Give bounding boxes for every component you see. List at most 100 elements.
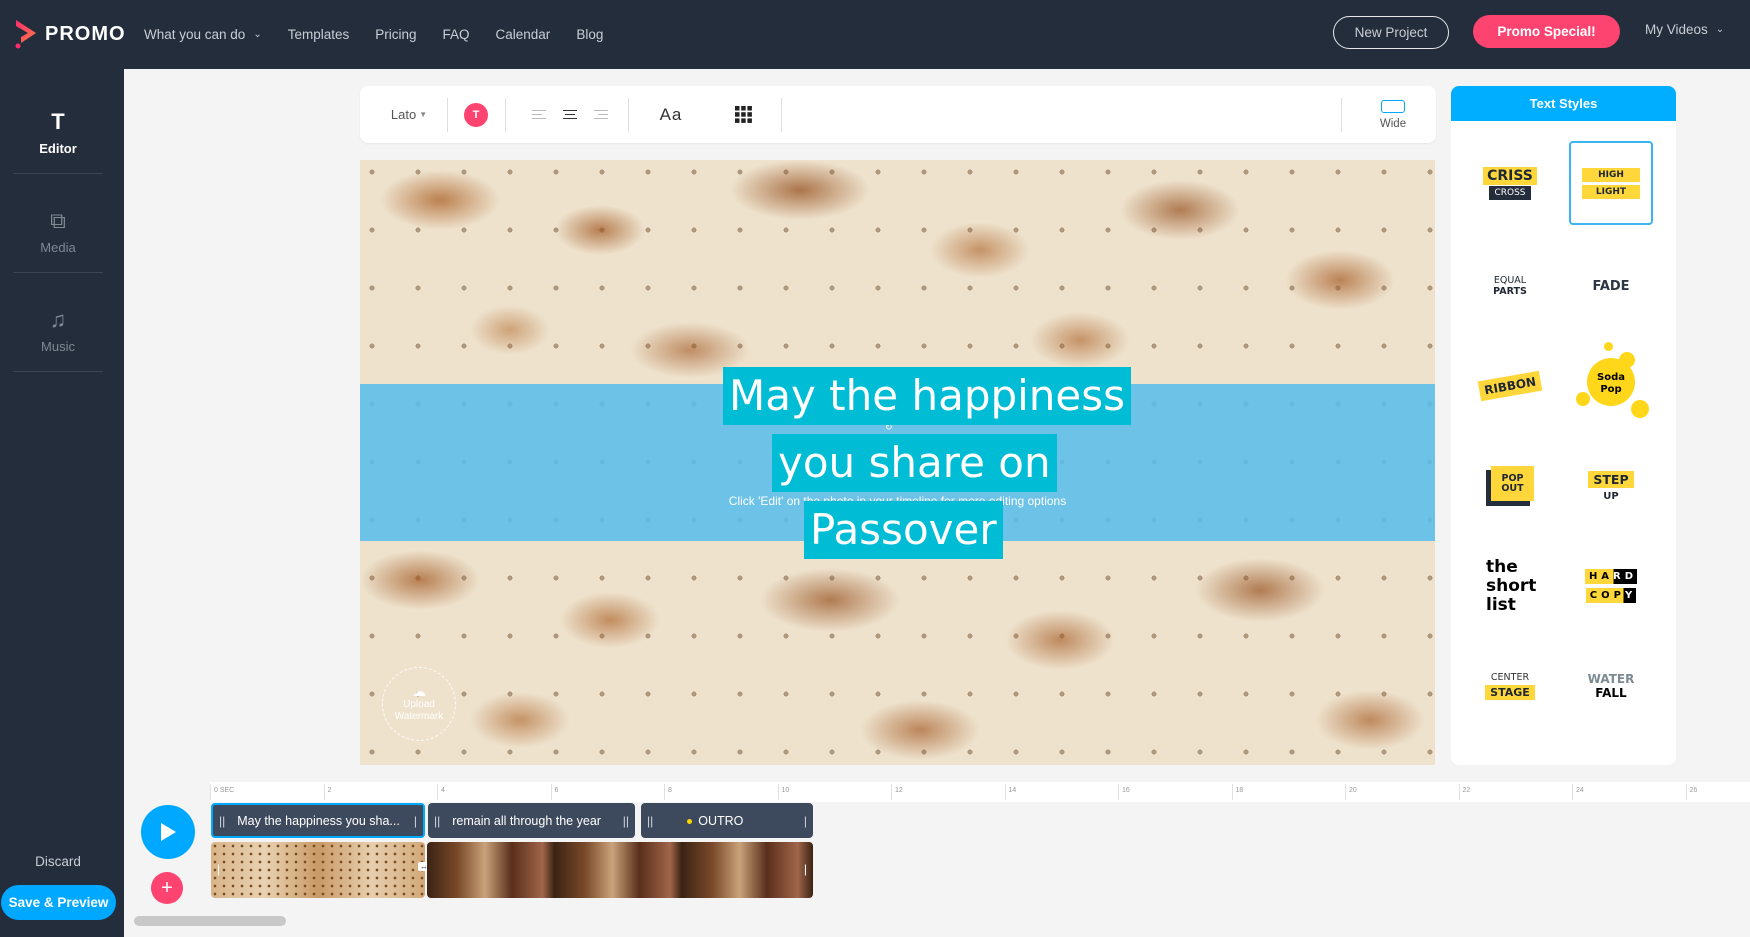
divider bbox=[13, 371, 103, 372]
style-equal-parts[interactable]: EQUAL PARTS bbox=[1468, 244, 1552, 328]
style-step-up[interactable]: STEP UP bbox=[1569, 444, 1653, 528]
nav-link-label: What you can do bbox=[144, 27, 246, 42]
font-size-button[interactable]: Aa bbox=[653, 86, 689, 143]
timeline: 0 SEC 2 4 6 8 10 12 14 16 18 20 22 24 26 + || May the… bbox=[124, 782, 1750, 937]
soda-pop-graphic: Soda Pop bbox=[1569, 342, 1653, 428]
style-line: HARD bbox=[1584, 569, 1638, 584]
grid-icon bbox=[734, 106, 752, 123]
drag-handle-icon[interactable]: || bbox=[641, 814, 659, 828]
media-clip-matzah[interactable]: | bbox=[211, 842, 425, 898]
nav-calendar[interactable]: Calendar bbox=[496, 27, 551, 42]
align-left-button[interactable] bbox=[530, 86, 548, 143]
media-clip-seder[interactable]: | bbox=[427, 842, 813, 898]
caption-line-1[interactable]: May the happiness bbox=[723, 367, 1132, 425]
style-high-light[interactable]: HIGH LIGHT bbox=[1569, 141, 1653, 225]
save-preview-button[interactable]: Save & Preview bbox=[1, 885, 116, 920]
timeline-tick: 26 bbox=[1685, 784, 1697, 800]
divider bbox=[13, 272, 103, 273]
style-line: Soda Pop bbox=[1597, 372, 1625, 395]
timeline-tick: 2 bbox=[323, 784, 331, 800]
style-line: STAGE bbox=[1485, 685, 1535, 700]
style-pop-out[interactable]: POP OUT bbox=[1468, 444, 1552, 528]
style-fade[interactable]: FADE bbox=[1569, 244, 1653, 328]
top-nav: PROMO What you can do ⌄ Templates Pricing… bbox=[0, 0, 1750, 69]
style-line: CROSS bbox=[1489, 185, 1531, 200]
timeline-tick: 20 bbox=[1345, 784, 1357, 800]
play-button[interactable] bbox=[141, 805, 195, 859]
outro-clip[interactable]: || OUTRO | bbox=[641, 803, 813, 838]
align-left-icon bbox=[532, 107, 546, 122]
style-line: CENTER bbox=[1490, 672, 1530, 683]
style-line: POP OUT bbox=[1491, 466, 1534, 501]
drag-handle-icon[interactable]: | bbox=[798, 814, 813, 828]
chevron-down-icon: ⌄ bbox=[253, 29, 262, 40]
style-line: the bbox=[1486, 556, 1518, 577]
style-line: short bbox=[1486, 575, 1537, 596]
drag-handle-icon[interactable]: || bbox=[213, 814, 231, 828]
promo-logo[interactable]: PROMO bbox=[13, 18, 126, 50]
timeline-scrollbar[interactable] bbox=[134, 916, 1750, 926]
sidebar-item-label: Editor bbox=[39, 140, 77, 156]
timeline-tick: 0 SEC bbox=[210, 784, 234, 800]
chevron-down-icon: ⌄ bbox=[1715, 24, 1725, 35]
text-clip[interactable]: || remain all through the year || bbox=[428, 803, 635, 838]
grid-button[interactable] bbox=[730, 86, 756, 143]
sidebar-item-music[interactable]: ♫ Music bbox=[0, 281, 116, 379]
play-logo-icon bbox=[15, 20, 36, 49]
text-color-button[interactable]: T bbox=[463, 86, 489, 143]
cloud-upload-icon: ☁ bbox=[412, 683, 426, 699]
timeline-tick: 10 bbox=[777, 784, 789, 800]
wide-aspect-icon bbox=[1381, 99, 1405, 113]
align-center-button[interactable] bbox=[561, 86, 579, 143]
nav-pricing[interactable]: Pricing bbox=[375, 27, 416, 42]
promo-special-button[interactable]: Promo Special! bbox=[1473, 15, 1620, 48]
style-ribbon[interactable]: RIBBON bbox=[1468, 344, 1552, 428]
text-color-swatch: T bbox=[464, 102, 488, 127]
discard-button[interactable]: Discard bbox=[0, 854, 116, 869]
timeline-tick: 18 bbox=[1231, 784, 1243, 800]
music-icon: ♫ bbox=[49, 306, 67, 332]
drag-handle-icon[interactable]: | bbox=[408, 814, 423, 828]
drag-handle-icon[interactable]: | bbox=[217, 862, 220, 876]
drag-handle-icon[interactable]: || bbox=[617, 814, 635, 828]
style-criss-cross[interactable]: CRISS CROSS bbox=[1468, 141, 1552, 225]
nav-faq[interactable]: FAQ bbox=[443, 27, 470, 42]
sidebar-item-media[interactable]: ⧉ Media bbox=[0, 182, 116, 280]
upload-watermark-button[interactable]: ☁ Upload Watermark bbox=[382, 667, 456, 741]
add-scene-button[interactable]: + bbox=[151, 872, 183, 904]
caption-line-2[interactable]: you share on bbox=[772, 434, 1057, 492]
align-right-button[interactable] bbox=[592, 86, 610, 143]
video-canvas[interactable]: ↻ Click 'Edit' on the photo in your time… bbox=[360, 160, 1435, 765]
media-icon: ⧉ bbox=[50, 207, 66, 233]
aspect-wide-button[interactable]: Wide bbox=[1363, 86, 1423, 143]
text-clip[interactable]: || May the happiness you sha... | bbox=[211, 803, 425, 838]
bubble bbox=[1604, 342, 1613, 351]
nav-blog[interactable]: Blog bbox=[576, 27, 603, 42]
pop-out-graphic: POP OUT bbox=[1486, 466, 1534, 506]
style-line: STEP bbox=[1588, 470, 1634, 488]
style-center-stage[interactable]: CENTER STAGE bbox=[1468, 644, 1552, 728]
nav-templates[interactable]: Templates bbox=[288, 27, 350, 42]
sidebar-item-editor[interactable]: T Editor bbox=[0, 83, 116, 181]
new-project-button[interactable]: New Project bbox=[1333, 16, 1449, 49]
style-hard-copy[interactable]: HARD COPY bbox=[1569, 544, 1653, 628]
my-videos-label: My Videos bbox=[1645, 22, 1708, 37]
timeline-ruler[interactable]: 0 SEC 2 4 6 8 10 12 14 16 18 20 22 24 26 bbox=[210, 782, 1750, 802]
caption-line-3[interactable]: Passover bbox=[804, 501, 1003, 559]
style-the-short-list[interactable]: the short list bbox=[1468, 544, 1552, 628]
drag-handle-icon[interactable]: || bbox=[428, 814, 446, 828]
font-select[interactable]: Lato ▼ bbox=[384, 86, 434, 143]
align-center-icon bbox=[563, 107, 577, 122]
style-soda-pop[interactable]: Soda Pop bbox=[1569, 342, 1653, 428]
style-line: EQUAL bbox=[1493, 275, 1527, 286]
nav-what-you-can-do[interactable]: What you can do ⌄ bbox=[144, 27, 262, 42]
timeline-tick: 24 bbox=[1572, 784, 1584, 800]
divider bbox=[1341, 98, 1342, 132]
scrollbar-thumb[interactable] bbox=[134, 916, 286, 926]
my-videos-menu[interactable]: My Videos ⌄ bbox=[1645, 22, 1724, 37]
style-water-fall[interactable]: WATER FALL bbox=[1569, 644, 1653, 728]
timeline-tick: 8 bbox=[664, 784, 672, 800]
style-line: HIGH bbox=[1582, 167, 1640, 182]
drag-handle-icon[interactable]: | bbox=[804, 862, 807, 876]
timeline-tick: 14 bbox=[1004, 784, 1016, 800]
